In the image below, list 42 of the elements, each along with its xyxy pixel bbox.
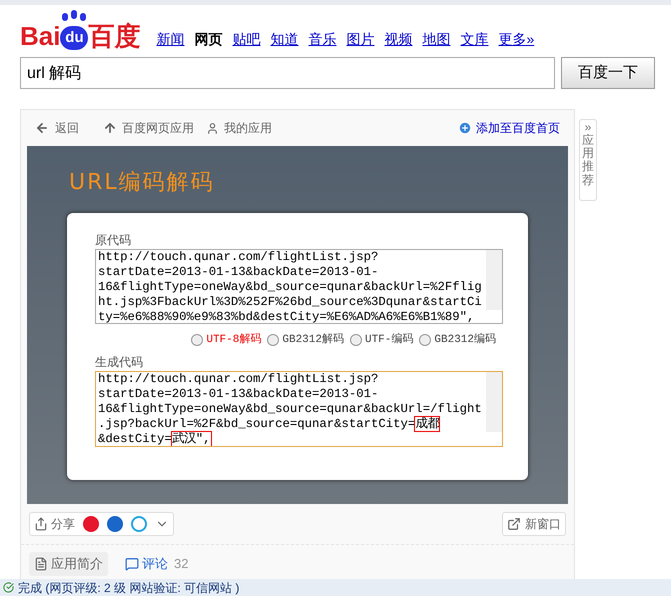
scrollbar[interactable] — [486, 372, 502, 432]
up-arrow-icon — [103, 121, 117, 135]
comment-icon — [125, 556, 139, 570]
baidu-logo[interactable]: Bai du 百度 — [20, 7, 140, 51]
nav-link[interactable]: 新闻 — [156, 29, 184, 50]
check-icon — [3, 582, 14, 593]
output-textarea[interactable]: http://touch.qunar.com/flightList.jsp?startDate=2013-01-13&backDate=2013-01-16&flightType=oneWay&bd_source=qunar&backUrl=/flight.jsp?backUrl=%2F&bd_source=qunar&startCity=成都 &destCity=武汉", — [95, 370, 503, 446]
search-field[interactable]: url 解码 — [20, 57, 555, 89]
encoding-radio[interactable]: GB2312解码 — [267, 332, 344, 348]
source-label: 原代码 — [95, 232, 132, 249]
web-apps-link[interactable]: 百度网页应用 — [103, 119, 194, 137]
info-tab[interactable]: 评论 32 — [120, 552, 194, 576]
share-icon — [34, 517, 48, 531]
app-title: URL编码解码 — [69, 169, 216, 197]
nav-link[interactable]: 音乐 — [308, 29, 336, 50]
plus-icon — [458, 121, 472, 135]
encoding-radio[interactable]: UTF-8解码 — [191, 332, 262, 348]
status-bar: 完成 (网页评级: 2 级 网站验证: 可信网站 ) — [0, 579, 671, 596]
new-window-icon — [507, 517, 521, 531]
nav-link[interactable]: 文库 — [460, 29, 488, 50]
nav-link[interactable]: 图片 — [346, 29, 374, 50]
share-button[interactable]: 分享 — [30, 515, 79, 533]
nav-link[interactable]: 网页 — [194, 29, 222, 50]
new-window-button[interactable]: 新窗口 — [502, 512, 566, 536]
nav-link[interactable]: 地图 — [422, 29, 450, 50]
nav-link[interactable]: 贴吧 — [232, 29, 260, 50]
add-to-home-link[interactable]: 添加至百度首页 — [458, 119, 560, 137]
my-apps-link[interactable]: 我的应用 — [206, 119, 272, 137]
scrollbar[interactable] — [486, 250, 502, 310]
nav-link[interactable]: 更多» — [498, 29, 534, 50]
back-link[interactable]: 返回 — [35, 119, 79, 137]
nav-link[interactable]: 视频 — [384, 29, 412, 50]
info-tab[interactable]: 应用简介 — [29, 552, 108, 576]
encoding-radio[interactable]: GB2312编码 — [419, 332, 496, 348]
search-button[interactable]: 百度一下 — [561, 57, 655, 89]
output-label: 生成代码 — [95, 354, 144, 370]
side-tab[interactable]: » 应用推荐 — [579, 119, 597, 201]
document-icon — [34, 556, 48, 570]
user-icon — [206, 122, 219, 134]
source-textarea[interactable]: http://touch.qunar.com/flightList.jsp?startDate=2013-01-13&backDate=2013-01-16&flightType=oneWay&bd_source=qunar&backUrl=%2Fflight.jsp%3FbackUrl%3D%252F%26bd_source%3Dqunar&startCity=%e6%88%90%e9%83%bd&destCity=%E6%AD%A6%E6%B1%89", — [95, 249, 503, 324]
nav-link[interactable]: 知道 — [270, 29, 298, 50]
encoding-radio[interactable]: UTF-编码 — [350, 332, 414, 348]
